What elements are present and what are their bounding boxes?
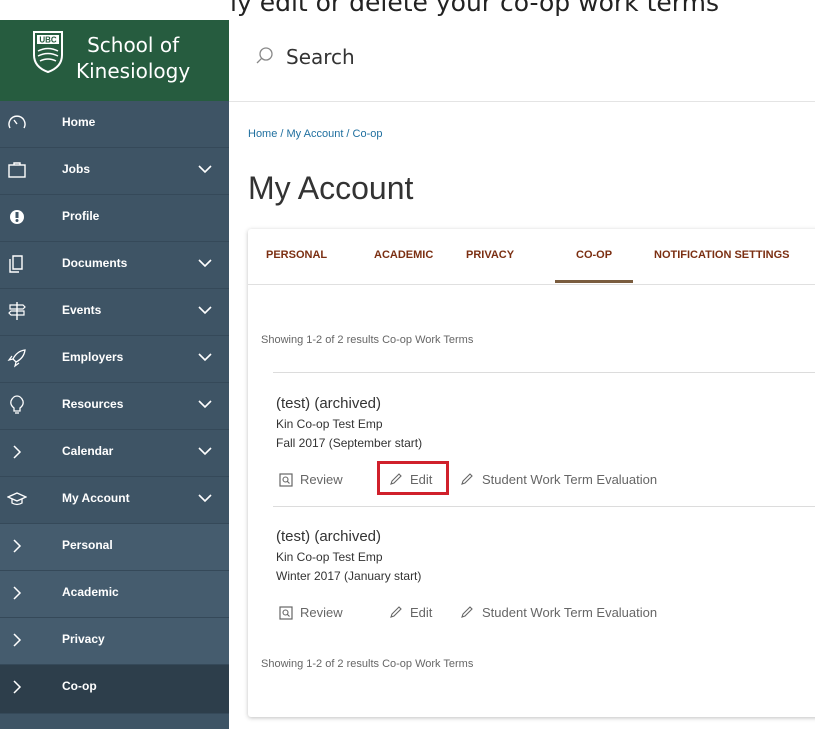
sidebar-item-label: Profile [62,209,100,223]
divider [273,506,815,507]
chevron-right-icon [13,680,22,694]
sidebar-item-calendar[interactable]: Calendar [0,430,229,477]
review-icon [279,473,293,487]
coop-card: PERSONAL ACADEMIC PRIVACY CO-OP NOTIFICA… [248,229,815,717]
chevron-right-icon [13,445,22,459]
sidebar-item-label: Home [62,115,96,129]
ubc-shield-icon: UBC [33,31,63,73]
work-term-title: (test) (archived) [276,528,382,545]
documents-icon [9,255,23,273]
sidebar-item-label: Events [62,303,102,317]
tab-personal[interactable]: PERSONAL [266,249,327,261]
sidebar-item-profile[interactable]: Profile [0,195,229,242]
sidebar: Home Jobs Profile Documents Events Emplo… [0,101,229,729]
sidebar-item-label: Privacy [62,632,105,646]
search-icon [256,47,273,64]
chevron-down-icon[interactable] [198,493,212,503]
chevron-down-icon[interactable] [198,446,212,456]
school-name: School of Kinesiology [76,32,190,84]
sidebar-item-label: Personal [62,538,113,552]
sidebar-item-label: Jobs [62,162,91,176]
sidebar-item-resources[interactable]: Resources [0,383,229,430]
chevron-right-icon [13,633,22,647]
sidebar-item-label: Academic [62,585,119,599]
school-name-line1: School of [87,33,180,57]
sidebar-item-home[interactable]: Home [0,101,229,148]
sidebar-item-label: Resources [62,397,124,411]
school-logo[interactable]: UBC School of Kinesiology [0,20,229,101]
graduation-cap-icon [7,492,27,506]
sidebar-item-jobs[interactable]: Jobs [0,148,229,195]
chevron-down-icon[interactable] [198,258,212,268]
tab-notification-settings[interactable]: NOTIFICATION SETTINGS [654,249,789,261]
search-bar[interactable]: Search [229,20,815,102]
chevron-down-icon[interactable] [198,352,212,362]
review-icon [279,606,293,620]
chevron-right-icon [13,539,22,553]
partial-caption: ly edit or delete your co-op work terms [0,0,815,21]
pencil-icon [461,473,473,485]
sidebar-item-label: Calendar [62,444,114,458]
pencil-icon [461,606,473,618]
pencil-icon [390,606,402,618]
sidebar-item-label: Employers [62,350,124,364]
evaluation-link[interactable]: Student Work Term Evaluation [482,605,657,620]
signpost-icon [8,302,26,320]
review-link[interactable]: Review [300,472,343,487]
work-term-title: (test) (archived) [276,395,382,412]
sidebar-item-events[interactable]: Events [0,289,229,336]
edit-link[interactable]: Edit [410,605,432,620]
sidebar-item-personal[interactable]: Personal [0,524,229,571]
search-input[interactable]: Search [286,45,355,69]
work-term-employer: Kin Co-op Test Emp [276,417,383,431]
tab-privacy[interactable]: PRIVACY [466,249,514,261]
chevron-down-icon[interactable] [198,164,212,174]
lightbulb-icon [10,395,24,414]
caption-text: ly edit or delete your co-op work terms [230,0,719,17]
edit-highlight-box [377,461,449,495]
svg-text:UBC: UBC [39,36,57,45]
sidebar-item-academic[interactable]: Academic [0,571,229,618]
sidebar-item-label: Co-op [62,679,97,693]
briefcase-icon [8,162,26,178]
tab-academic[interactable]: ACADEMIC [374,249,433,261]
results-count-bottom: Showing 1-2 of 2 results Co-op Work Term… [261,658,474,670]
chevron-down-icon[interactable] [198,305,212,315]
sidebar-item-label: Documents [62,256,128,270]
evaluation-link[interactable]: Student Work Term Evaluation [482,472,657,487]
sidebar-item-label: My Account [62,491,130,505]
results-count-top: Showing 1-2 of 2 results Co-op Work Term… [261,334,474,346]
school-name-line2: Kinesiology [76,59,191,83]
divider [273,372,815,373]
profile-icon [10,210,24,224]
breadcrumb[interactable]: Home / My Account / Co-op [248,128,383,140]
page-title: My Account [248,170,414,206]
review-link[interactable]: Review [300,605,343,620]
chevron-down-icon[interactable] [198,399,212,409]
rocket-icon [7,349,26,368]
chevron-right-icon [13,586,22,600]
sidebar-item-documents[interactable]: Documents [0,242,229,289]
sidebar-item-co-op[interactable]: Co-op [0,665,229,714]
tab-co-op[interactable]: CO-OP [576,249,612,261]
tab-bar: PERSONAL ACADEMIC PRIVACY CO-OP NOTIFICA… [248,229,815,285]
speedometer-icon [8,115,26,129]
sidebar-item-my-account[interactable]: My Account [0,477,229,524]
active-tab-indicator [555,280,633,283]
work-term-period: Fall 2017 (September start) [276,436,423,450]
sidebar-item-privacy[interactable]: Privacy [0,618,229,665]
work-term-employer: Kin Co-op Test Emp [276,550,383,564]
sidebar-item-employers[interactable]: Employers [0,336,229,383]
work-term-period: Winter 2017 (January start) [276,569,422,583]
